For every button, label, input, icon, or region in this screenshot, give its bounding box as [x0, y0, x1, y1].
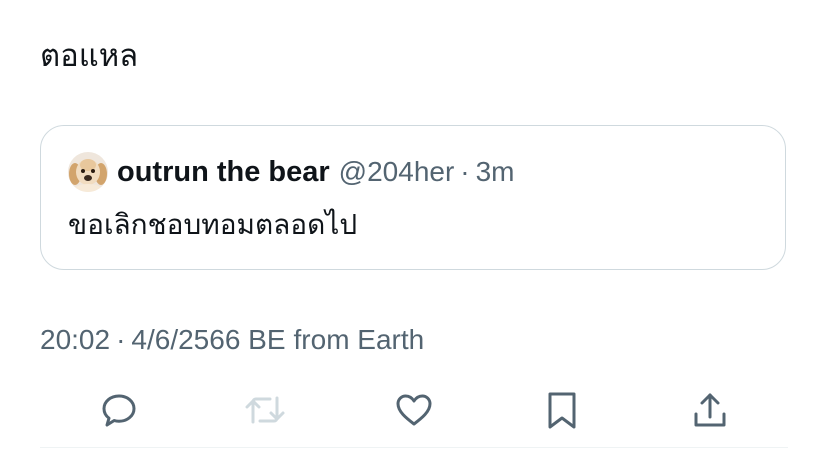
reply-icon: [102, 394, 136, 427]
tweet-meta: 20:02 · 4/6/2566 BE from Earth: [40, 322, 424, 358]
quoted-handle[interactable]: @204her: [339, 156, 455, 188]
tweet-text: ตอแหล: [40, 38, 139, 74]
quoted-timestamp[interactable]: 3m: [476, 156, 515, 188]
bookmark-button[interactable]: [540, 388, 584, 432]
reply-button[interactable]: [97, 388, 141, 432]
quoted-tweet-card[interactable]: outrun the bear @204her · 3m ขอเลิกชอบทอ…: [40, 125, 786, 270]
tweet-source: from Earth: [293, 324, 425, 355]
bookmark-icon: [548, 392, 576, 429]
retweet-button[interactable]: [243, 388, 287, 432]
tweet-date[interactable]: 4/6/2566 BE: [131, 322, 285, 358]
bottom-divider: [40, 447, 788, 448]
share-button[interactable]: [688, 388, 732, 432]
quoted-tweet-header: outrun the bear @204her · 3m: [68, 152, 515, 192]
separator-dot: ·: [460, 156, 470, 187]
like-button[interactable]: [392, 388, 436, 432]
action-bar: [0, 388, 828, 432]
tweet-time[interactable]: 20:02: [40, 322, 110, 358]
quoted-tweet-text: ขอเลิกชอบทอมตลอดไป: [68, 208, 358, 241]
meta-separator: ·: [116, 324, 126, 355]
share-icon: [694, 393, 726, 427]
quoted-display-name[interactable]: outrun the bear: [117, 156, 330, 189]
retweet-icon: [245, 396, 285, 424]
heart-icon: [396, 394, 432, 426]
avatar[interactable]: [68, 152, 108, 192]
